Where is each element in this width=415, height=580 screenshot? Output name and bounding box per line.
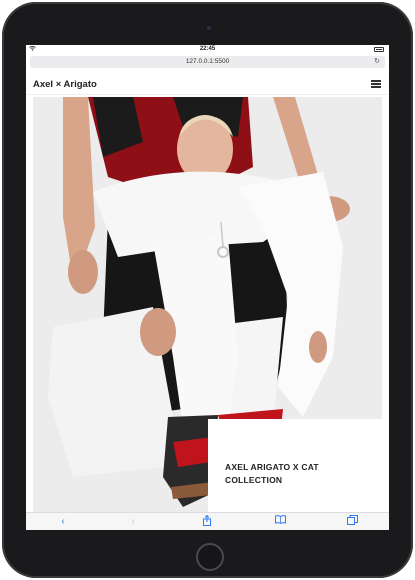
hamburger-menu-icon[interactable] xyxy=(371,80,381,88)
bookmarks-icon[interactable] xyxy=(272,515,288,528)
url-text: 127.0.0.1:5500 xyxy=(185,58,230,65)
share-icon[interactable] xyxy=(199,514,215,528)
home-button[interactable] xyxy=(196,543,224,571)
screen: 22:45 127.0.0.1:5500 ↻ Axel × Arigato AX… xyxy=(26,45,389,530)
browser-toolbar: ‹ › xyxy=(26,512,389,530)
site-header: Axel × Arigato xyxy=(26,73,389,95)
address-bar[interactable]: 127.0.0.1:5500 ↻ xyxy=(30,56,385,68)
battery-icon xyxy=(374,47,384,52)
back-chevron-icon[interactable]: ‹ xyxy=(55,515,71,528)
collection-caption: AXEL ARIGATO X CAT COLLECTION xyxy=(225,462,319,485)
status-time: 22:45 xyxy=(199,46,216,52)
tabs-icon[interactable] xyxy=(344,515,360,528)
collection-caption-card[interactable]: AXEL ARIGATO X CAT COLLECTION xyxy=(208,419,389,512)
forward-chevron-icon[interactable]: › xyxy=(125,515,141,528)
reload-icon[interactable]: ↻ xyxy=(374,56,380,68)
site-title[interactable]: Axel × Arigato xyxy=(33,79,97,90)
status-bar: 22:45 xyxy=(26,45,389,54)
front-camera xyxy=(205,24,213,32)
